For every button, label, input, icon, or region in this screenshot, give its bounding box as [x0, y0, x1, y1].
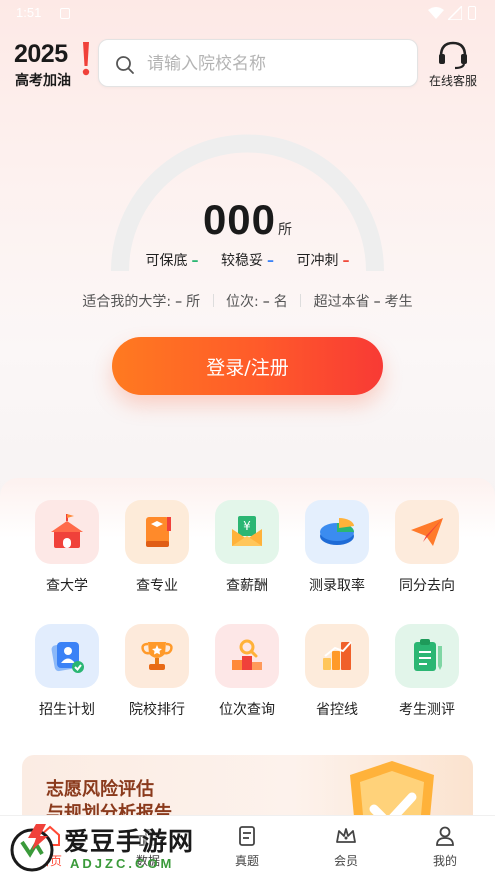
- feature-label: 查薪酬: [226, 578, 268, 594]
- feature-assessment[interactable]: 考生测评: [382, 624, 472, 719]
- feature-label: 考生测评: [399, 702, 455, 718]
- rank-search-icon: [232, 639, 262, 670]
- salary-envelope-icon: ¥: [232, 516, 262, 546]
- tab-label: 我的: [432, 854, 457, 868]
- suitable-label: 适合我的大学:: [82, 294, 172, 310]
- feature-icon-box: [35, 500, 99, 564]
- feature-icon-box: [125, 624, 189, 688]
- feature-icon-box: [305, 500, 369, 564]
- notification-icon: [60, 8, 70, 19]
- paper-plane-icon: [411, 518, 443, 546]
- divider: [212, 294, 214, 307]
- feature-control-line[interactable]: 省控线: [292, 624, 382, 719]
- tab-label: 会员: [333, 854, 358, 868]
- login-register-button[interactable]: 登录/注册: [112, 337, 383, 395]
- book-icon: [146, 517, 171, 547]
- feature-label: 查大学: [46, 578, 88, 594]
- feature-same-score[interactable]: 同分去向: [382, 500, 472, 595]
- score-display: 000 所: [0, 196, 495, 244]
- rank-value: –: [262, 294, 270, 310]
- level-reach: 可冲刺 –: [296, 253, 350, 269]
- feature-icon-box: [125, 500, 189, 564]
- enrollment-plan-icon: [51, 642, 84, 673]
- feature-label: 位次查询: [219, 702, 275, 718]
- trophy-icon: [141, 642, 173, 670]
- exceed-value: –: [373, 294, 381, 310]
- feature-university[interactable]: 查大学: [22, 500, 112, 595]
- feature-icon-box: [215, 624, 279, 688]
- rank-label: 位次:: [226, 294, 259, 310]
- status-bar: 1:51: [0, 0, 495, 28]
- status-time: 1:51: [16, 5, 42, 20]
- app-logo: 2025 高考加油: [14, 40, 96, 89]
- signal-icon: [448, 6, 462, 20]
- tab-member[interactable]: 会员: [316, 824, 376, 869]
- feature-label: 测录取率: [309, 578, 365, 594]
- suitable-value: –: [175, 294, 183, 310]
- feature-icon-box: [395, 500, 459, 564]
- level-stable: 较稳妥 –: [221, 253, 274, 269]
- divider: [300, 294, 302, 307]
- feature-icon-box: [305, 624, 369, 688]
- search-bar[interactable]: [98, 39, 418, 87]
- score-stats: 适合我的大学: – 所 位次: – 名 超过本省 – 考生: [82, 294, 413, 310]
- feature-label: 同分去向: [399, 578, 455, 594]
- feature-label: 省控线: [316, 702, 358, 718]
- university-icon: [51, 514, 83, 548]
- watermark-text: 爱豆手游网: [64, 827, 195, 856]
- score-value: 000: [202, 196, 277, 243]
- wifi-icon: [428, 7, 444, 19]
- online-service-label: 在线客服: [428, 74, 477, 88]
- feature-label: 招生计划: [39, 702, 95, 718]
- exclamation-icon: [82, 42, 90, 76]
- logo-slogan: 高考加油: [15, 73, 71, 89]
- feature-icon-box: ¥: [215, 500, 279, 564]
- watermark-logo-icon: [10, 824, 54, 872]
- feature-admission-rate[interactable]: 测录取率: [292, 500, 382, 595]
- crown-icon: [336, 828, 356, 843]
- level-legend: 可保底 – 较稳妥 – 可冲刺 –: [0, 250, 495, 270]
- battery-icon: [468, 6, 476, 20]
- headset-icon: [439, 41, 467, 70]
- tab-mine[interactable]: 我的: [415, 824, 475, 869]
- svg-text:¥: ¥: [243, 519, 251, 533]
- logo-year: 2025: [14, 40, 68, 68]
- feature-label: 查专业: [136, 578, 178, 594]
- feature-ranking[interactable]: 院校排行: [112, 624, 202, 719]
- user-icon: [436, 826, 454, 846]
- watermark-url: ADJZC.COM: [70, 856, 175, 871]
- feature-salary[interactable]: ¥ 查薪酬: [202, 500, 292, 595]
- pie-chart-icon: [320, 518, 354, 545]
- feature-icon-box: [35, 624, 99, 688]
- feature-major[interactable]: 查专业: [112, 500, 202, 595]
- score-unit: 所: [278, 222, 293, 238]
- exceed-label: 超过本省: [313, 294, 370, 310]
- feature-rank-query[interactable]: 位次查询: [202, 624, 292, 719]
- online-service-button[interactable]: 在线客服: [420, 38, 486, 90]
- feature-enrollment-plan[interactable]: 招生计划: [22, 624, 112, 719]
- feature-icon-box: [395, 624, 459, 688]
- feature-label: 院校排行: [129, 702, 185, 718]
- header: 2025 高考加油 在线客服: [0, 38, 495, 90]
- bar-chart-icon: [323, 641, 352, 670]
- site-watermark: 爱豆手游网 ADJZC.COM: [6, 818, 256, 878]
- clipboard-icon: [414, 639, 442, 671]
- banner-title-line1: 志愿风险评估: [46, 779, 154, 800]
- search-input[interactable]: [147, 49, 407, 79]
- level-safe: 可保底 –: [145, 253, 199, 269]
- search-icon: [116, 56, 134, 74]
